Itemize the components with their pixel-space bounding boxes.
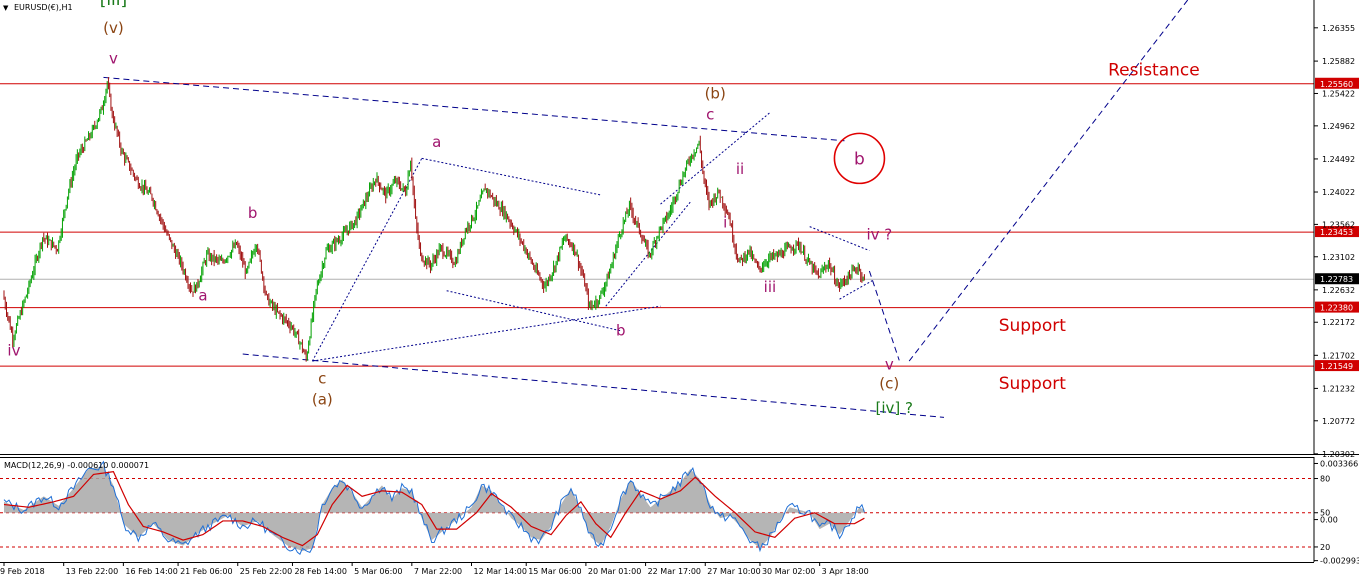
wave-label: [iii] [100,0,127,10]
price-tick-label: 1.25882 [1322,57,1355,66]
time-tick-label: 22 Mar 17:00 [648,567,701,576]
zone-label: Resistance [1108,60,1200,80]
time-tick-label: 20 Mar 01:00 [588,567,641,576]
wave-label: [iv] ? [876,399,913,417]
level-label: 1.21549 [1320,362,1353,371]
wave-label: b [248,204,258,222]
wave-label: iv [7,341,20,359]
macd-label: MACD(12,26,9) -0.000610 0.000071 [4,461,149,470]
time-tick-label: 9 Feb 2018 [0,567,45,576]
level-label: 1.25560 [1320,80,1353,89]
price-tick-label: 1.22632 [1322,286,1355,295]
wave-label: v [109,49,118,67]
wave-label: iii [764,278,777,296]
wave-label: (b) [705,85,726,103]
wave-label: a [198,287,207,305]
level-label: 1.23453 [1320,228,1353,237]
wave-label: (v) [103,19,124,37]
eurusd-h1-chart: 1.25560 1.23453 1.22380 1.21549 1.22783 b [i… [0,0,1359,582]
level-label: 1.22380 [1320,304,1353,313]
time-tick-label: 7 Mar 22:00 [414,567,462,576]
price-tick-label: 1.20772 [1322,417,1355,426]
time-tick-label: 5 Mar 06:00 [354,567,402,576]
symbol-label: EURUSD(€),H1 [14,3,73,12]
time-tick-label: 16 Feb 14:00 [125,567,177,576]
chart-menu-icon[interactable]: ▼ [3,4,9,12]
price-tick-label: 1.22172 [1322,318,1355,327]
wave-circle-label: b [854,149,865,169]
wave-label: c [318,370,326,388]
macd-tick-label: 20 [1320,543,1330,552]
time-tick-label: 21 Feb 06:00 [180,567,232,576]
time-tick-label: 12 Mar 14:00 [474,567,527,576]
wave-label: iv ? [866,225,892,243]
price-tick-label: 1.24022 [1322,188,1355,197]
time-tick-label: 30 Mar 02:00 [762,567,815,576]
current-price-label: 1.22783 [1320,275,1353,284]
price-tick-label: 1.26355 [1322,24,1355,33]
wave-label: ii [736,160,744,178]
time-tick-label: 27 Mar 10:00 [707,567,760,576]
wave-label: v [885,356,894,374]
price-tick-label: 1.21232 [1322,384,1355,393]
time-tick-label: 25 Feb 22:00 [240,567,292,576]
zone-label: Support [999,316,1067,336]
zone-label: Support [999,374,1067,394]
price-tick-label: 1.21702 [1322,351,1355,360]
time-tick-label: 28 Feb 14:00 [294,567,346,576]
time-tick-label: 13 Feb 22:00 [66,567,118,576]
price-tick-label: 1.23562 [1322,220,1355,229]
wave-label: c [706,106,714,124]
price-tick-label: 1.24962 [1322,122,1355,131]
price-tick-label: 1.23102 [1322,253,1355,262]
macd-tick-label: 0.003366 [1320,459,1358,468]
macd-tick-label: 80 [1320,475,1330,484]
wave-label: (c) [879,375,899,393]
time-tick-label: 3 Apr 18:00 [822,567,869,576]
macd-tick-label: -0.002993 [1320,557,1359,566]
price-tick-label: 1.24492 [1322,155,1355,164]
wave-label: b [616,322,626,340]
wave-label: i [723,213,727,231]
wave-label: (a) [312,391,333,409]
wave-label: a [432,133,441,151]
macd-tick-label: 0.00 [1320,516,1338,525]
price-tick-label: 1.25422 [1322,89,1355,98]
time-tick-label: 15 Mar 06:00 [528,567,581,576]
